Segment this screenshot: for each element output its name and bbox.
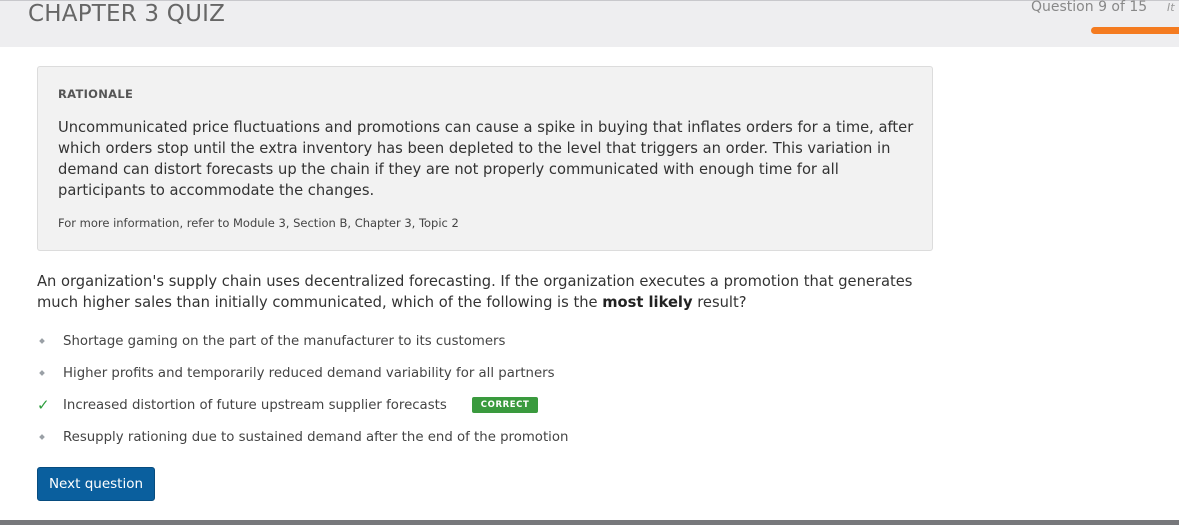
answer-option[interactable]: Resupply rationing due to sustained dema…: [35, 426, 735, 448]
question-counter: Question 9 of 15: [1031, 0, 1148, 15]
diamond-bullet-icon: [39, 434, 45, 440]
next-question-button[interactable]: Next question: [37, 467, 155, 501]
question-text-after: result?: [692, 294, 747, 311]
progress-bar: [1091, 27, 1179, 34]
quiz-header: CHAPTER 3 QUIZ Question 9 of 15 It: [0, 0, 1179, 47]
question-emphasis: most likely: [602, 294, 693, 311]
answer-label: Higher profits and temporarily reduced d…: [63, 365, 555, 381]
question-counter-overflow: It: [1167, 1, 1175, 14]
correct-badge: CORRECT: [471, 397, 539, 413]
bottom-divider: [0, 520, 1179, 525]
answer-label: Resupply rationing due to sustained dema…: [63, 429, 569, 445]
rationale-text: Uncommunicated price fluctuations and pr…: [58, 119, 914, 199]
rationale-heading: RATIONALE: [58, 87, 134, 101]
answer-label: Shortage gaming on the part of the manuf…: [63, 333, 506, 349]
answer-option[interactable]: Shortage gaming on the part of the manuf…: [35, 330, 735, 352]
answer-option-correct[interactable]: ✓ Increased distortion of future upstrea…: [35, 394, 735, 416]
check-icon: ✓: [37, 395, 50, 414]
diamond-bullet-icon: [39, 370, 45, 376]
question-text-before: An organization's supply chain uses dece…: [37, 273, 913, 311]
rationale-panel: RATIONALE Uncommunicated price fluctuati…: [37, 66, 933, 251]
diamond-bullet-icon: [39, 338, 45, 344]
answer-option[interactable]: Higher profits and temporarily reduced d…: [35, 362, 735, 384]
question-text: An organization's supply chain uses dece…: [37, 271, 937, 313]
quiz-title: CHAPTER 3 QUIZ: [28, 1, 226, 27]
rationale-reference: For more information, refer to Module 3,…: [58, 216, 459, 230]
answer-label: Increased distortion of future upstream …: [63, 397, 447, 413]
